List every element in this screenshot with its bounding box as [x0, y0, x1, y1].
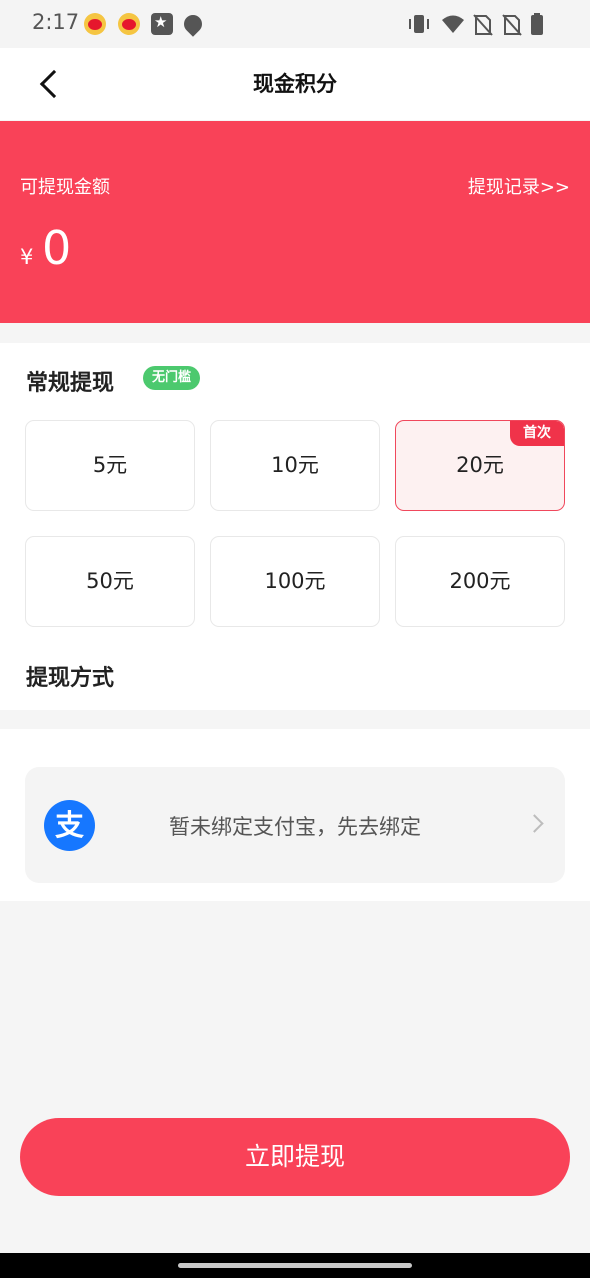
weibo-icon: [84, 13, 106, 35]
balance-amount: 0: [42, 221, 72, 275]
weibo-icon: [118, 13, 140, 35]
bind-alipay-text: 暂未绑定支付宝，先去绑定: [169, 815, 421, 839]
home-gesture-handle[interactable]: [178, 1263, 412, 1268]
withdraw-now-button[interactable]: 立即提现: [20, 1118, 570, 1196]
first-time-tag: 首次: [510, 421, 564, 446]
app-bar: 现金积分: [0, 48, 590, 120]
star-icon: [151, 13, 173, 35]
amount-label: 100元: [264, 569, 326, 593]
battery-icon: [531, 13, 543, 35]
no-threshold-badge: 无门槛: [143, 366, 201, 390]
system-nav-bar: [0, 1253, 590, 1278]
amount-option-50[interactable]: 50元: [25, 536, 195, 627]
amount-label: 20元: [456, 453, 504, 477]
withdraw-method-section: 支 暂未绑定支付宝，先去绑定: [0, 729, 590, 901]
amount-label: 200元: [449, 569, 511, 593]
balance-panel: 可提现金额 提现记录>> ¥ 0: [0, 121, 590, 323]
status-system-icons: [409, 13, 543, 36]
amount-option-5[interactable]: 5元: [25, 420, 195, 511]
location-icon: [180, 11, 206, 37]
amount-option-20[interactable]: 20元 首次: [395, 420, 565, 511]
amount-label: 5元: [92, 453, 128, 477]
wifi-icon: [442, 15, 464, 33]
vibrate-icon: [409, 15, 429, 33]
no-sim-icon: [473, 14, 493, 36]
balance-label: 可提现金额: [20, 177, 110, 198]
amount-label: 10元: [271, 453, 319, 477]
amount-label: 50元: [86, 569, 134, 593]
withdraw-record-link[interactable]: 提现记录>>: [468, 173, 570, 199]
no-sim-icon: [502, 14, 522, 36]
page-title: 现金积分: [253, 72, 337, 96]
amount-option-200[interactable]: 200元: [395, 536, 565, 627]
regular-withdraw-title: 常规提现: [26, 371, 115, 396]
currency-symbol: ¥: [20, 245, 34, 269]
bind-alipay-row[interactable]: 支 暂未绑定支付宝，先去绑定: [25, 767, 565, 883]
withdraw-method-title: 提现方式: [26, 666, 115, 691]
amount-option-10[interactable]: 10元: [210, 420, 380, 511]
status-time: 2:17: [32, 10, 80, 34]
status-bar: 2:17: [0, 0, 590, 48]
regular-withdraw-section: 常规提现 无门槛 5元 10元 20元 首次 50元 100元 200元 提现方…: [0, 343, 590, 710]
amount-option-100[interactable]: 100元: [210, 536, 380, 627]
